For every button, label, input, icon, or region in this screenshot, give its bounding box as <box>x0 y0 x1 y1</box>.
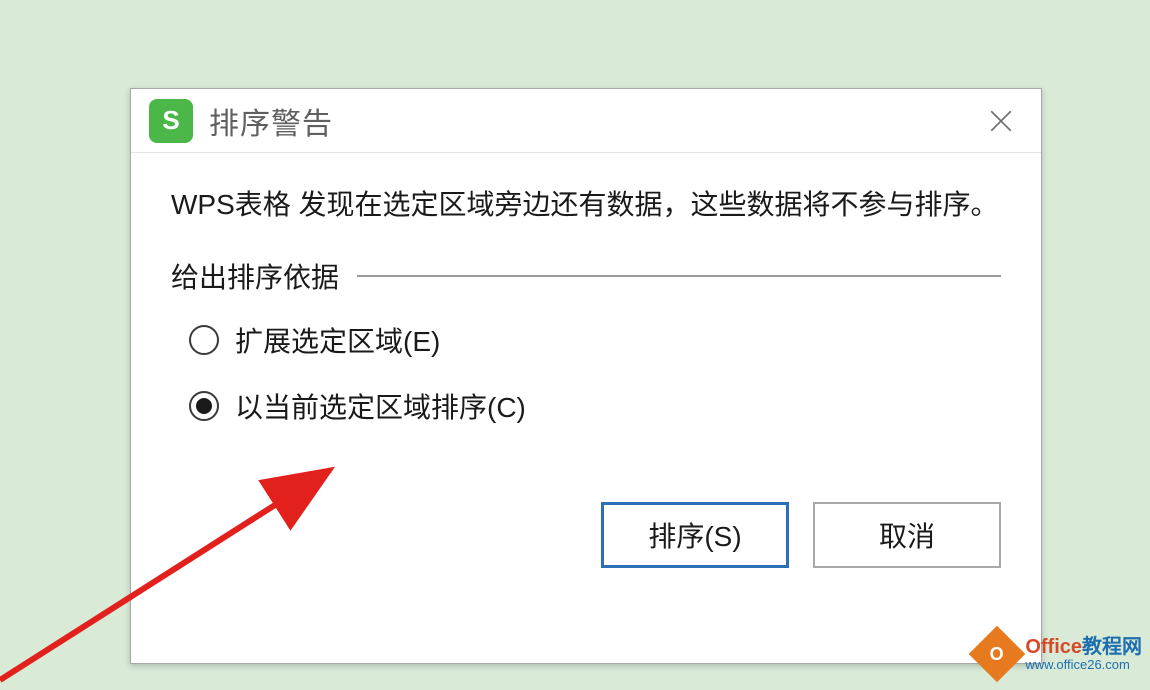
watermark-url: www.office26.com <box>1025 658 1142 672</box>
sort-warning-dialog: S 排序警告 WPS表格 发现在选定区域旁边还有数据，这些数据将不参与排序。 给… <box>130 88 1042 664</box>
dialog-content: WPS表格 发现在选定区域旁边还有数据，这些数据将不参与排序。 给出排序依据 扩… <box>131 153 1041 472</box>
app-icon-letter: S <box>162 105 179 136</box>
legend-label: 给出排序依据 <box>171 256 339 296</box>
warning-message: WPS表格 发现在选定区域旁边还有数据，这些数据将不参与排序。 <box>171 183 1001 228</box>
radio-icon-selected <box>189 391 219 421</box>
watermark-badge-icon: O <box>969 626 1026 683</box>
radio-label: 扩展选定区域(E) <box>235 320 440 360</box>
radio-current-selection[interactable]: 以当前选定区域排序(C) <box>189 386 1001 426</box>
section-legend: 给出排序依据 <box>171 256 1001 296</box>
watermark-badge-letter: O <box>990 643 1004 664</box>
sort-options-group: 扩展选定区域(E) 以当前选定区域排序(C) <box>171 320 1001 426</box>
dialog-buttons: 排序(S) 取消 <box>131 502 1041 568</box>
dialog-title: 排序警告 <box>209 99 981 143</box>
watermark-title-part2: 教程网 <box>1082 636 1142 658</box>
radio-label: 以当前选定区域排序(C) <box>235 386 526 426</box>
radio-expand-selection[interactable]: 扩展选定区域(E) <box>189 320 1001 360</box>
watermark-title: Office教程网 <box>1025 637 1142 658</box>
watermark-title-part1: Office <box>1025 636 1082 658</box>
watermark-text: Office教程网 www.office26.com <box>1025 637 1142 672</box>
wps-spreadsheet-icon: S <box>149 99 193 143</box>
dialog-titlebar: S 排序警告 <box>131 89 1041 153</box>
button-label: 取消 <box>879 515 935 555</box>
button-label: 排序(S) <box>648 515 741 555</box>
legend-divider <box>357 275 1001 277</box>
close-button[interactable] <box>981 101 1021 141</box>
cancel-button[interactable]: 取消 <box>813 502 1001 568</box>
sort-button[interactable]: 排序(S) <box>601 502 789 568</box>
watermark: O Office教程网 www.office26.com <box>977 634 1142 674</box>
radio-dot-icon <box>196 398 212 414</box>
radio-icon <box>189 325 219 355</box>
close-icon <box>988 108 1014 134</box>
